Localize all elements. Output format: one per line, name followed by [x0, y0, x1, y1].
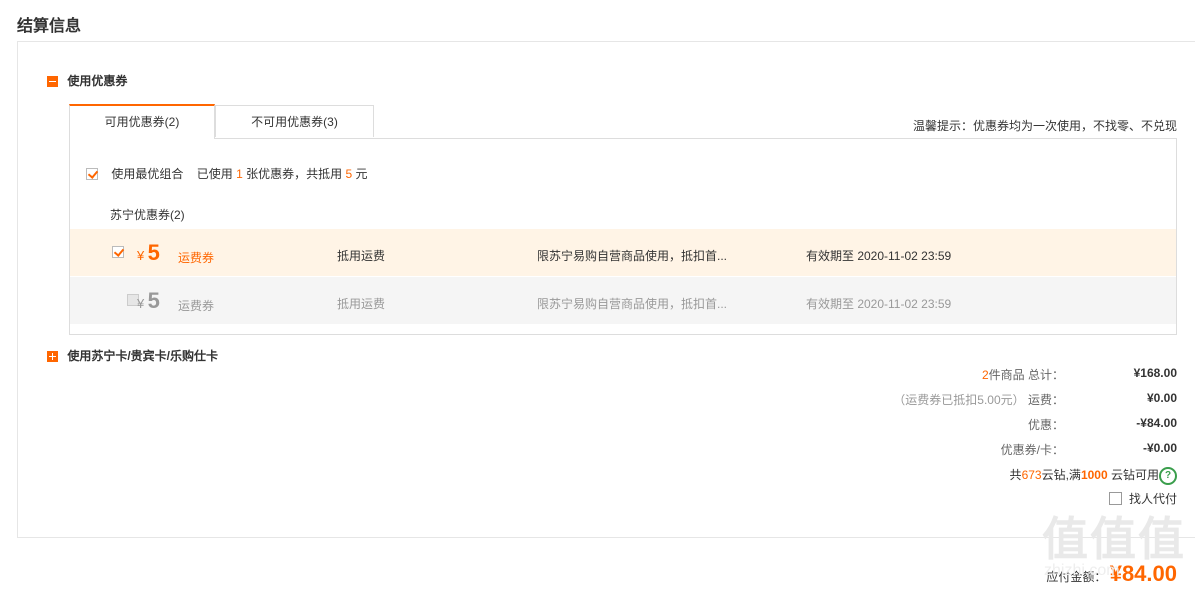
shipping-note: （运费券已抵扣5.00元） — [893, 393, 1025, 407]
coupon-group-title: 苏宁优惠券(2) — [110, 208, 185, 222]
tab-available-coupons[interactable]: 可用优惠券(2) — [69, 104, 215, 139]
items-total-value: ¥168.00 — [1133, 366, 1177, 380]
shipping-label-group: （运费券已抵扣5.00元） 运费： — [893, 391, 1064, 408]
coupon-type: 运费券 — [178, 299, 215, 313]
coupon-expiry: 有效期至 2020-11-02 23:59 — [806, 249, 952, 263]
items-count: 2 — [981, 368, 989, 382]
coupon-section-label: 使用优惠券 — [67, 74, 128, 88]
tab-label: 可用优惠券(2) — [104, 115, 180, 129]
coupon-usage: 抵用运费 — [337, 297, 386, 311]
coupon-type: 运费券 — [178, 251, 215, 265]
shipping-label: 运费： — [1027, 393, 1064, 407]
best-combo-checkbox[interactable] — [86, 167, 99, 180]
expand-icon[interactable] — [47, 351, 58, 363]
coupon-tip: 温馨提示：优惠券均为一次使用，不找零、不兑现 — [912, 119, 1177, 133]
combo-amount: 5 — [345, 167, 353, 181]
combo-text-suffix: 元 — [355, 167, 368, 181]
page-title: 结算信息 — [17, 18, 82, 35]
discount-value: -¥84.00 — [1136, 416, 1177, 430]
coupon-amount: 5 — [147, 240, 160, 265]
combo-text-mid: 张优惠券，共抵用 — [246, 167, 343, 181]
collapse-icon[interactable] — [47, 76, 58, 88]
combo-count: 1 — [236, 167, 243, 181]
items-label: 件商品 总计： — [988, 368, 1064, 382]
coupon-scope: 限苏宁易购自营商品使用，抵扣首... — [537, 249, 728, 263]
best-combo-label: 使用最优组合 — [111, 167, 184, 181]
best-combo-row: 使用最优组合 已使用 1 张优惠券，共抵用 5 元 — [86, 165, 368, 182]
help-icon[interactable]: ? — [1159, 466, 1177, 485]
card-section-label: 使用苏宁卡/贵宾卡/乐购仕卡 — [67, 349, 219, 363]
tab-unavailable-coupons[interactable]: 不可用优惠券(3) — [215, 105, 374, 137]
tab-label: 不可用优惠券(3) — [251, 115, 338, 129]
items-total-label: 2件商品 总计： — [982, 366, 1064, 383]
cloud-threshold: 1000 — [1080, 468, 1108, 482]
coupon-expiry: 有效期至 2020-11-02 23:59 — [806, 297, 952, 311]
coupon-value: ¥ 5 — [137, 240, 160, 266]
card-section-toggle[interactable]: 使用苏宁卡/贵宾卡/乐购仕卡 — [47, 347, 218, 364]
coupon-section-toggle[interactable]: 使用优惠券 — [47, 72, 127, 89]
coupon-amount: 5 — [147, 288, 160, 313]
discount-label: 优惠： — [1027, 418, 1064, 432]
combo-text-prefix: 已使用 — [196, 167, 233, 181]
coupon-value: ¥ 5 — [137, 288, 160, 314]
cloud-suffix: 云钻可用 — [1110, 468, 1159, 482]
coupon-card-label: 优惠券/卡： — [1000, 443, 1064, 457]
cloud-prefix: 共 — [1009, 468, 1022, 482]
coupon-card-value: -¥0.00 — [1142, 441, 1177, 455]
cloud-count: 673 — [1021, 468, 1042, 482]
currency-symbol: ¥ — [137, 248, 145, 263]
shipping-value: ¥0.00 — [1146, 391, 1177, 405]
watermark-text: zhizhi.com — [1044, 562, 1120, 579]
coupon-checkbox[interactable] — [112, 246, 125, 258]
cloud-diamond-info: 共673云钻,满1000 云钻可用? — [1010, 466, 1177, 485]
coupon-scope: 限苏宁易购自营商品使用，抵扣首... — [537, 297, 728, 311]
cloud-mid: 云钻,满 — [1041, 468, 1081, 482]
watermark-logo: 值值值 — [1042, 513, 1186, 565]
currency-symbol: ¥ — [137, 296, 145, 311]
coupon-usage: 抵用运费 — [337, 249, 386, 263]
